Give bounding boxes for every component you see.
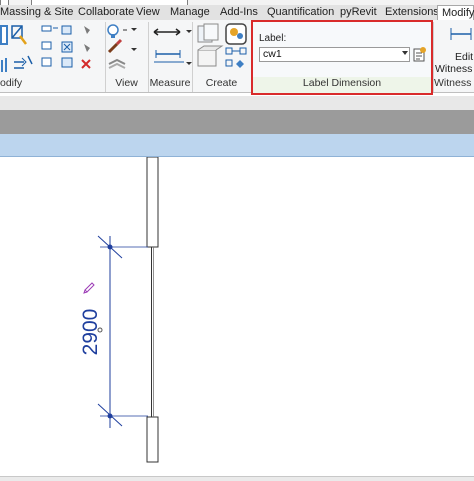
wall-top[interactable] <box>146 157 159 248</box>
aligned-dimension-icon[interactable] <box>154 50 192 65</box>
tab-extensions[interactable]: Extensions <box>385 5 439 20</box>
create-panel-icons <box>197 23 247 68</box>
measure-panel-icons <box>153 28 192 65</box>
witness-panel-title: Witness L <box>434 77 474 89</box>
view-panel-title: View <box>115 77 138 89</box>
create-similar-icon[interactable] <box>197 23 219 43</box>
split-icon[interactable] <box>11 25 27 45</box>
edit-witness-line2[interactable]: Witness L <box>435 63 474 75</box>
view-panel-icons <box>107 24 137 69</box>
create-panel-title: Create <box>205 77 238 89</box>
edit-witness-line1[interactable]: Edit <box>455 51 473 63</box>
dimension-line[interactable] <box>97 235 148 428</box>
modify-panel-icons <box>0 25 91 72</box>
paintbrush-icon[interactable] <box>107 38 137 54</box>
tab-modify[interactable]: Modify <box>437 5 474 21</box>
dimension-value[interactable]: 2900 <box>79 309 102 356</box>
offset-icon[interactable] <box>41 25 58 67</box>
status-strip <box>0 476 474 481</box>
measure-distance-icon[interactable] <box>153 28 192 36</box>
create-group-icon[interactable] <box>225 47 247 68</box>
tab-add-ins[interactable]: Add-Ins <box>220 5 258 20</box>
lightbulb-icon[interactable] <box>107 24 137 38</box>
pencil-icon[interactable] <box>83 282 95 294</box>
trim-icon[interactable] <box>1 55 33 72</box>
ribbon-tab-bar: Massing & Site Collaborate View Manage A… <box>0 5 474 21</box>
create-assembly-icon[interactable] <box>225 23 247 45</box>
tab-manage[interactable]: Manage <box>170 5 210 20</box>
curtain-wall-line[interactable] <box>151 247 154 417</box>
tab-collaborate[interactable]: Collaborate <box>78 5 134 20</box>
edit-witness-lines-icon[interactable] <box>449 26 474 42</box>
linework-icon[interactable] <box>108 58 126 69</box>
align-icon[interactable] <box>0 25 8 45</box>
drawing-svg: 2900 <box>79 157 159 463</box>
tab-massing-site[interactable]: Massing & Site <box>0 5 73 20</box>
measure-panel-title: Measure <box>149 77 191 89</box>
pin-icon[interactable] <box>81 26 91 69</box>
tab-pyrevit[interactable]: pyRevit <box>340 5 377 20</box>
tab-quantification[interactable]: Quantification <box>267 5 334 20</box>
label-dimension-highlight <box>251 20 433 95</box>
view-title-bar <box>0 134 474 157</box>
dimension-value-text: 2900 <box>79 309 102 356</box>
wall-bottom[interactable] <box>146 416 159 463</box>
create-parts-icon[interactable] <box>197 45 224 67</box>
tab-view[interactable]: View <box>136 5 160 20</box>
mirror-icon[interactable] <box>61 25 73 68</box>
view-tab-strip <box>0 110 474 134</box>
modify-panel-title: odify <box>0 77 23 89</box>
